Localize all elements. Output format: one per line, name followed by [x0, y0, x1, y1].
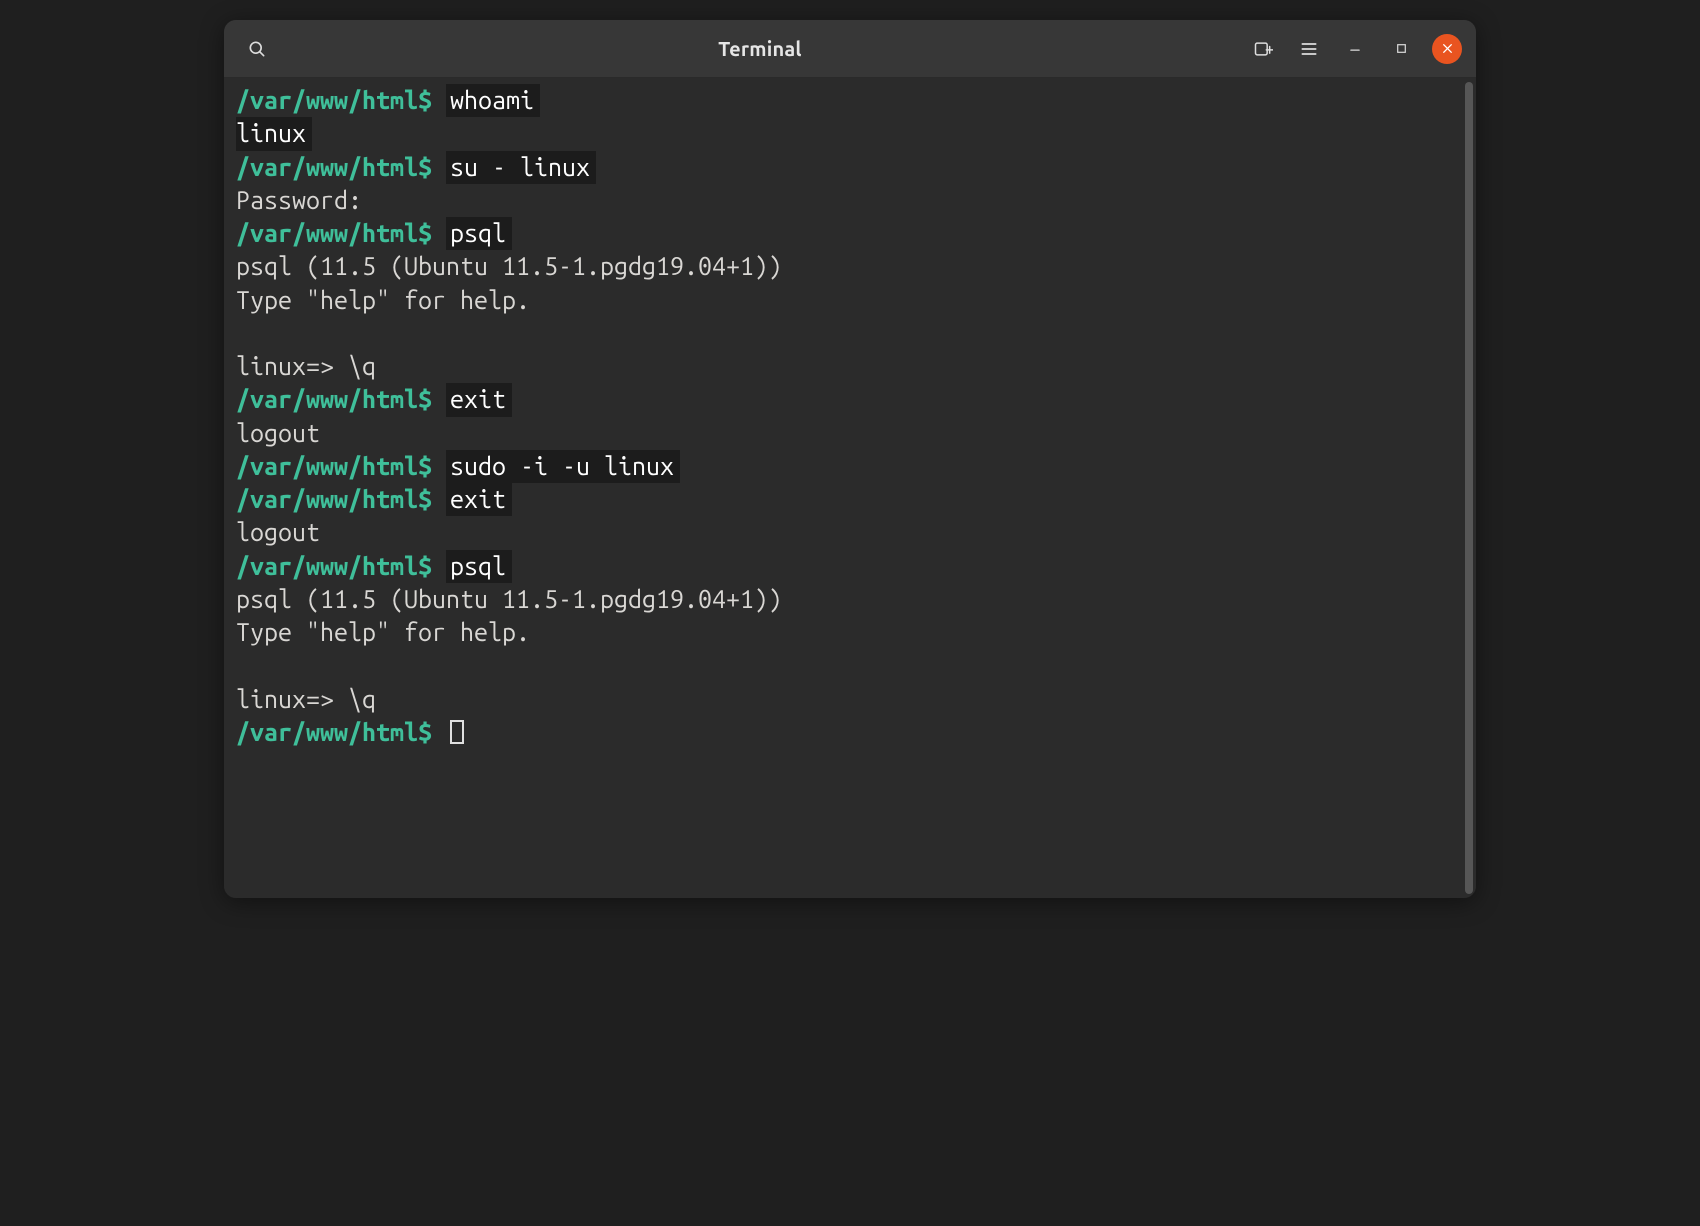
output-line: linux=> \q: [236, 683, 1460, 716]
output-line: psql (11.5 (Ubuntu 11.5-1.pgdg19.04+1)): [236, 583, 1460, 616]
output-line: [236, 317, 1460, 350]
output-line: Type "help" for help.: [236, 284, 1460, 317]
prompt-line: /var/www/html$: [236, 716, 1460, 749]
hamburger-menu-icon[interactable]: [1294, 34, 1324, 64]
prompt-line: /var/www/html$ exit: [236, 483, 1460, 516]
scrollbar-thumb[interactable]: [1465, 82, 1473, 894]
terminal-window: Terminal: [224, 20, 1476, 898]
output-line: Type "help" for help.: [236, 616, 1460, 649]
output-line: linux: [236, 117, 1460, 150]
prompt-line: /var/www/html$ psql: [236, 550, 1460, 583]
minimize-button[interactable]: [1340, 34, 1370, 64]
terminal-output[interactable]: /var/www/html$ whoamilinux/var/www/html$…: [224, 78, 1462, 898]
prompt-line: /var/www/html$ whoami: [236, 84, 1460, 117]
prompt-line: /var/www/html$ su - linux: [236, 151, 1460, 184]
new-tab-icon[interactable]: [1248, 34, 1278, 64]
output-line: psql (11.5 (Ubuntu 11.5-1.pgdg19.04+1)): [236, 250, 1460, 283]
output-line: [236, 649, 1460, 682]
scrollbar[interactable]: [1462, 78, 1476, 898]
output-line: linux=> \q: [236, 350, 1460, 383]
window-title: Terminal: [282, 37, 1238, 60]
search-icon[interactable]: [242, 34, 272, 64]
output-line: logout: [236, 516, 1460, 549]
output-line: logout: [236, 417, 1460, 450]
output-line: Password:: [236, 184, 1460, 217]
prompt-line: /var/www/html$ sudo -i -u linux: [236, 450, 1460, 483]
prompt-line: /var/www/html$ exit: [236, 383, 1460, 416]
prompt-line: /var/www/html$ psql: [236, 217, 1460, 250]
titlebar: Terminal: [224, 20, 1476, 78]
close-button[interactable]: [1432, 34, 1462, 64]
maximize-button[interactable]: [1386, 34, 1416, 64]
